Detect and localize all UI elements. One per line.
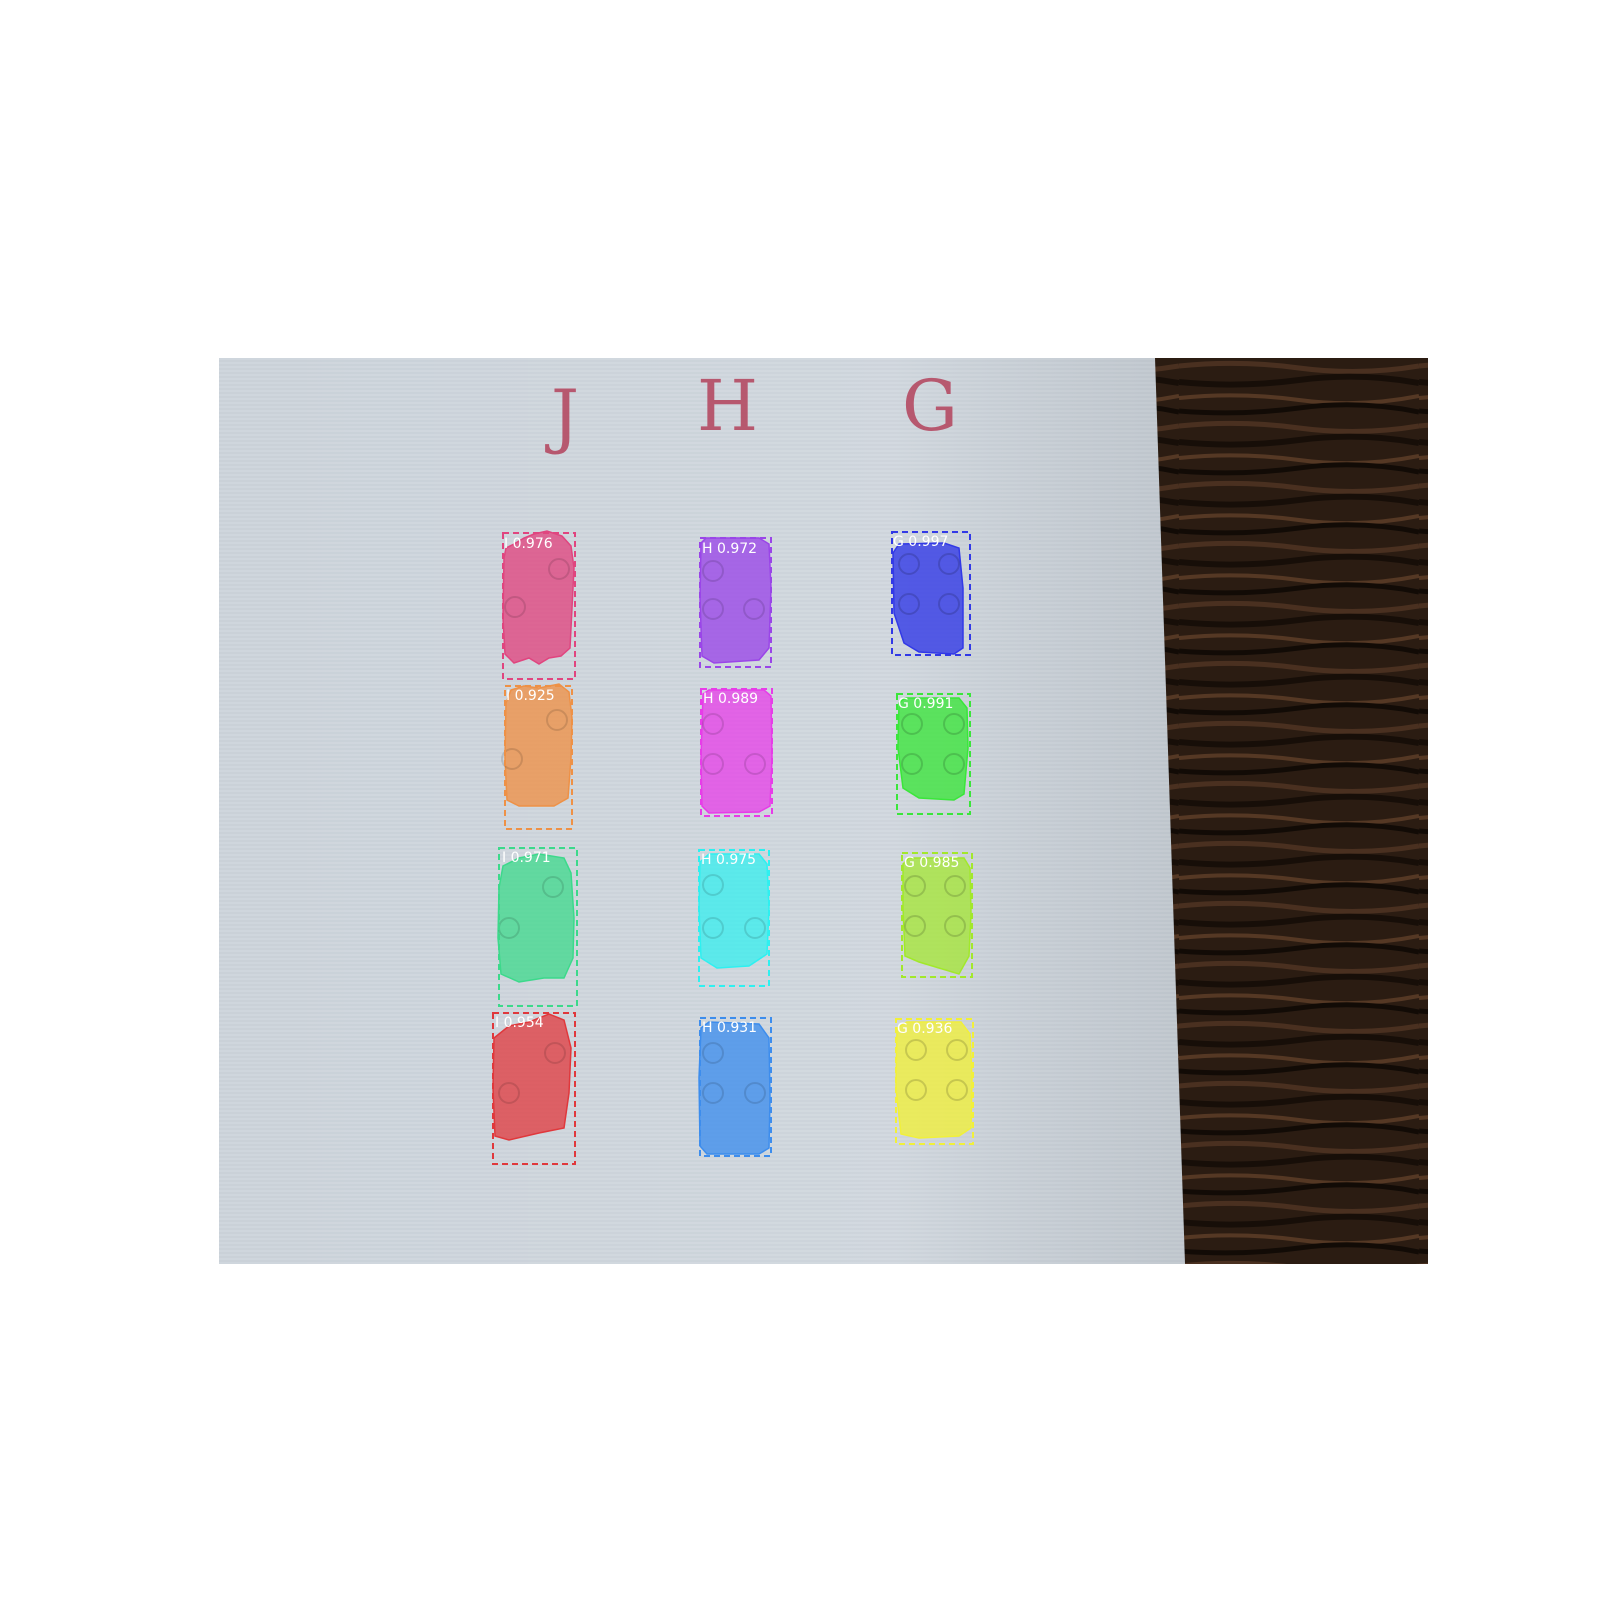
mask	[698, 853, 770, 969]
mask	[897, 697, 969, 801]
detection-label: H 0.931	[702, 1020, 757, 1036]
detection-g-4: G 0.936	[895, 1018, 974, 1145]
mask	[700, 689, 773, 814]
detection-label: H 0.989	[703, 691, 758, 707]
handwritten-letter-j: J	[545, 375, 579, 457]
detection-label: G 0.997	[893, 534, 948, 550]
detection-h-4: H 0.931	[698, 1017, 772, 1157]
photo-canvas: J H G I 0.976 I 0.925 I 0.971 I 0.954 H …	[219, 358, 1428, 1264]
detection-label: G 0.936	[897, 1021, 952, 1037]
mask	[698, 1021, 771, 1155]
photo-scene: J H G I 0.976 I 0.925 I 0.971 I 0.954 H …	[219, 358, 1428, 1264]
detection-label: I 0.971	[502, 850, 551, 866]
detection-label: I 0.925	[506, 688, 555, 704]
handwritten-letter-h: H	[697, 365, 758, 447]
detection-label: H 0.975	[701, 852, 756, 868]
mask	[892, 542, 964, 655]
detection-g-3: G 0.985	[901, 852, 973, 978]
detection-h-1: H 0.972	[699, 537, 772, 668]
handwritten-letter-g: G	[902, 365, 958, 447]
detection-g-1: G 0.997	[891, 531, 971, 656]
detection-label: I 0.954	[495, 1015, 544, 1031]
mask	[492, 1013, 572, 1141]
detection-h-2: H 0.989	[700, 688, 773, 817]
detection-label: G 0.985	[904, 855, 959, 871]
detection-label: I 0.976	[504, 536, 553, 552]
detection-label: G 0.991	[898, 696, 953, 712]
detection-label: H 0.972	[702, 541, 757, 557]
